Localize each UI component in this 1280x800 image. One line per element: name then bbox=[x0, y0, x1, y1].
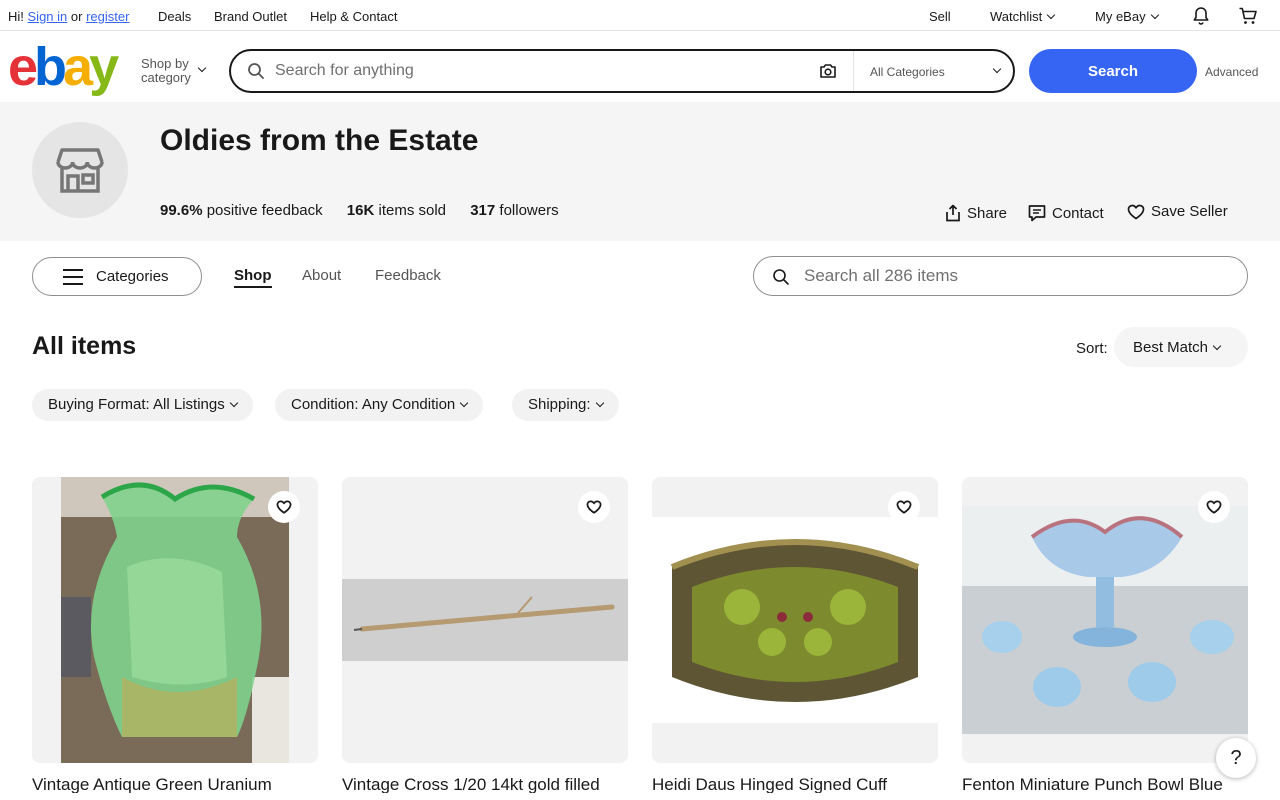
watchlist-menu[interactable]: Watchlist bbox=[990, 9, 1056, 24]
seller-stats: 99.6% positive feedback 16K items sold 3… bbox=[160, 202, 579, 219]
advanced-search-link[interactable]: Advanced bbox=[1205, 65, 1258, 79]
feedback-label: positive feedback bbox=[206, 202, 323, 219]
watchlist-label: Watchlist bbox=[990, 9, 1043, 24]
chevron-down-icon bbox=[229, 398, 238, 408]
sort-value: Best Match bbox=[1133, 338, 1209, 356]
greeting-text: Hi! bbox=[8, 9, 24, 24]
shipping-label: Shipping: bbox=[528, 396, 591, 413]
chevron-down-icon bbox=[595, 398, 604, 408]
chevron-down-icon bbox=[992, 64, 1002, 74]
followers-value: 317 bbox=[470, 202, 496, 219]
my-ebay-label: My eBay bbox=[1095, 9, 1146, 24]
items-sold-value: 16K bbox=[346, 202, 375, 219]
followers-stat: 317 followers bbox=[470, 202, 558, 219]
register-link[interactable]: register bbox=[86, 9, 129, 24]
bell-icon[interactable] bbox=[1191, 6, 1211, 29]
share-icon bbox=[946, 204, 960, 222]
followers-label: followers bbox=[499, 202, 559, 219]
feedback-value: 99.6% bbox=[160, 202, 203, 219]
store-name: Oldies from the Estate bbox=[160, 124, 479, 157]
help-button[interactable]: ? bbox=[1216, 738, 1256, 778]
feedback-stat: 99.6% positive feedback bbox=[160, 202, 323, 219]
message-icon bbox=[1028, 205, 1046, 222]
heart-icon bbox=[586, 500, 602, 514]
watch-button[interactable] bbox=[1198, 491, 1230, 523]
store-search-input[interactable] bbox=[804, 265, 1224, 287]
tab-feedback[interactable]: Feedback bbox=[375, 267, 441, 284]
store-search-bar bbox=[753, 256, 1248, 296]
shipping-filter[interactable]: Shipping: bbox=[512, 389, 619, 421]
cart-icon[interactable] bbox=[1238, 6, 1258, 29]
logo-letter-b: b bbox=[34, 37, 67, 97]
storefront-icon bbox=[56, 148, 104, 193]
search-input[interactable] bbox=[275, 59, 795, 83]
categories-button[interactable]: Categories bbox=[32, 257, 202, 296]
my-ebay-menu[interactable]: My eBay bbox=[1095, 9, 1159, 24]
contact-button[interactable]: Contact bbox=[1028, 200, 1104, 222]
greeting: Hi! Sign in or register bbox=[8, 9, 129, 24]
sign-in-link[interactable]: Sign in bbox=[28, 9, 68, 24]
logo-letter-y: y bbox=[89, 37, 119, 97]
search-button[interactable]: Search bbox=[1029, 49, 1197, 93]
share-label: Share bbox=[967, 205, 1008, 222]
product-title[interactable]: Heidi Daus Hinged Signed Cuff bbox=[652, 776, 938, 793]
logo-letter-a: a bbox=[63, 37, 93, 97]
brand-outlet-link[interactable]: Brand Outlet bbox=[214, 9, 287, 24]
hamburger-icon bbox=[63, 269, 83, 285]
chevron-down-icon bbox=[1047, 10, 1056, 20]
shop-by-category-button[interactable]: Shop by category bbox=[141, 56, 207, 85]
contact-label: Contact bbox=[1052, 205, 1104, 222]
items-sold-stat: 16K items sold bbox=[347, 202, 446, 219]
watch-button[interactable] bbox=[268, 491, 300, 523]
ebay-logo[interactable]: ebay bbox=[8, 37, 119, 97]
heart-icon bbox=[896, 500, 912, 514]
store-avatar bbox=[32, 122, 128, 218]
sell-link[interactable]: Sell bbox=[929, 9, 951, 24]
all-items-heading: All items bbox=[32, 332, 137, 360]
or-text: or bbox=[70, 9, 83, 24]
condition-label: Condition: Any Condition bbox=[291, 396, 456, 413]
product-image[interactable] bbox=[342, 477, 628, 763]
save-seller-button[interactable]: Save Seller bbox=[1127, 200, 1228, 220]
tab-about[interactable]: About bbox=[302, 267, 341, 284]
product-title[interactable]: Vintage Antique Green Uranium bbox=[32, 776, 318, 793]
product-image[interactable] bbox=[652, 477, 938, 763]
product-image[interactable] bbox=[962, 477, 1248, 763]
shop-by-line1: Shop by bbox=[141, 56, 189, 71]
search-icon bbox=[247, 62, 265, 85]
watch-button[interactable] bbox=[578, 491, 610, 523]
product-image[interactable] bbox=[32, 477, 318, 763]
camera-icon[interactable] bbox=[819, 63, 837, 84]
chevron-down-icon bbox=[460, 398, 469, 408]
buying-format-label: Buying Format: All Listings bbox=[48, 396, 225, 413]
product-title[interactable]: Vintage Cross 1/20 14kt gold filled bbox=[342, 776, 628, 793]
search-icon bbox=[772, 268, 790, 291]
save-seller-label: Save Seller bbox=[1151, 203, 1228, 220]
chevron-down-icon bbox=[1212, 341, 1222, 350]
chevron-down-icon bbox=[197, 63, 207, 73]
tab-shop[interactable]: Shop bbox=[234, 267, 272, 288]
sort-dropdown[interactable]: Best Match bbox=[1114, 327, 1248, 367]
category-select[interactable]: All Categories bbox=[853, 51, 1013, 91]
help-contact-link[interactable]: Help & Contact bbox=[310, 9, 397, 24]
sort-label: Sort: bbox=[1076, 340, 1108, 357]
heart-icon bbox=[1127, 204, 1145, 220]
shop-by-line2: category bbox=[141, 70, 191, 85]
heart-icon bbox=[1206, 500, 1222, 514]
deals-link[interactable]: Deals bbox=[158, 9, 191, 24]
logo-letter-e: e bbox=[8, 37, 38, 97]
condition-filter[interactable]: Condition: Any Condition bbox=[275, 389, 484, 421]
buying-format-filter[interactable]: Buying Format: All Listings bbox=[32, 389, 253, 421]
watch-button[interactable] bbox=[888, 491, 920, 523]
share-button[interactable]: Share bbox=[945, 200, 1007, 222]
main-search-bar: All Categories bbox=[229, 49, 1015, 93]
categories-label: Categories bbox=[96, 268, 169, 285]
category-select-value: All Categories bbox=[870, 65, 945, 79]
product-title[interactable]: Fenton Miniature Punch Bowl Blue bbox=[962, 776, 1248, 793]
seller-banner: Oldies from the Estate 99.6% positive fe… bbox=[0, 102, 1280, 241]
chevron-down-icon bbox=[1150, 10, 1159, 20]
top-utility-bar: Hi! Sign in or register Deals Brand Outl… bbox=[0, 0, 1280, 31]
heart-icon bbox=[276, 500, 292, 514]
items-sold-label: items sold bbox=[378, 202, 447, 219]
